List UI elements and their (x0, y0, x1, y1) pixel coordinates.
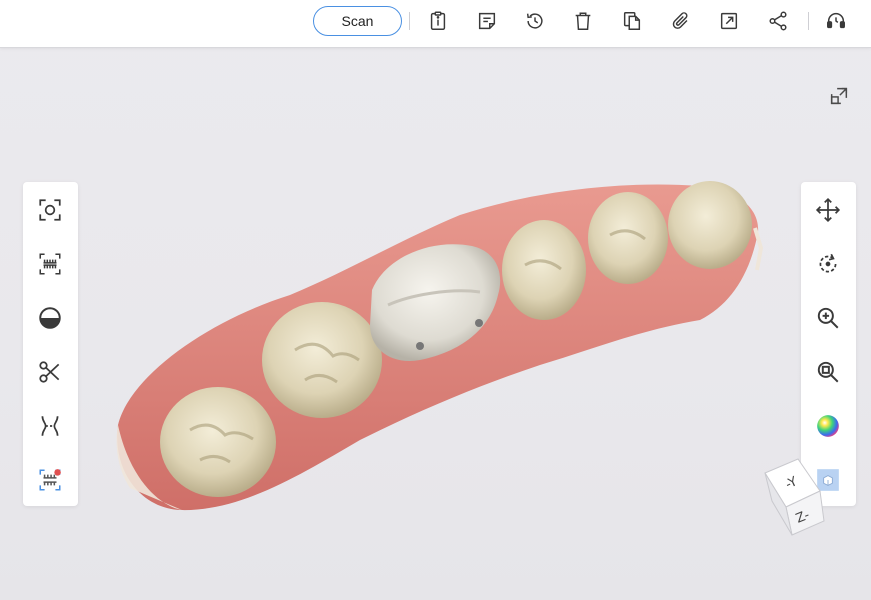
move-icon[interactable] (814, 196, 842, 224)
headset-icon[interactable] (823, 8, 849, 34)
expand-view-icon[interactable] (827, 84, 851, 108)
axis-orientation-cube[interactable]: -Y Z- (760, 455, 830, 540)
share-icon[interactable] (765, 8, 791, 34)
half-circle-icon[interactable] (36, 304, 64, 332)
arch-view-icon[interactable] (36, 250, 64, 278)
top-toolbar: Scan (0, 0, 871, 48)
scan-view-icon[interactable] (36, 196, 64, 224)
scissors-icon[interactable] (36, 358, 64, 386)
trim-margin-icon[interactable] (36, 412, 64, 440)
rotate-icon[interactable] (814, 250, 842, 278)
toolbar-divider (409, 12, 410, 30)
clipboard-info-icon[interactable] (425, 8, 451, 34)
copy-icon[interactable] (619, 8, 645, 34)
note-icon[interactable] (474, 8, 500, 34)
trash-icon[interactable] (570, 8, 596, 34)
bite-scan-icon[interactable] (36, 466, 64, 494)
color-map-icon[interactable] (814, 412, 842, 440)
zoom-fit-icon[interactable] (814, 358, 842, 386)
export-icon[interactable] (716, 8, 742, 34)
zoom-in-icon[interactable] (814, 304, 842, 332)
dental-scan-model[interactable] (100, 170, 780, 520)
history-icon[interactable] (522, 8, 548, 34)
left-tool-panel (23, 182, 78, 506)
attachment-icon[interactable] (668, 8, 694, 34)
scan-button[interactable]: Scan (313, 6, 402, 36)
toolbar-divider (808, 12, 809, 30)
